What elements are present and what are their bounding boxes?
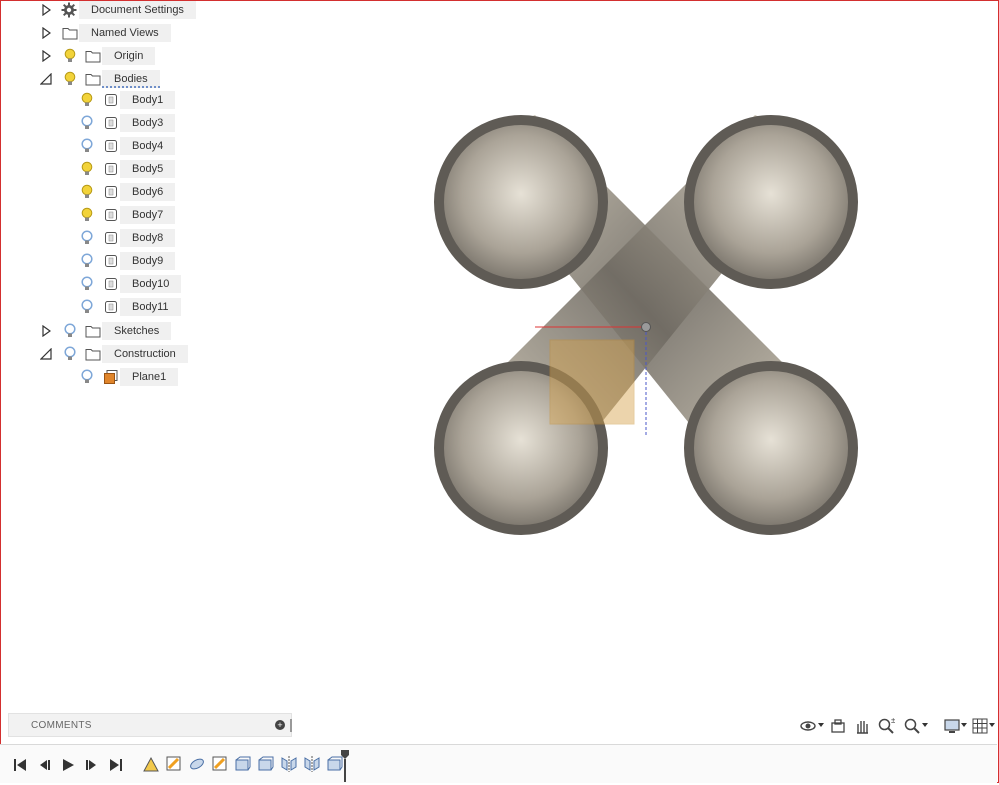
visibility-bulb-off-icon[interactable] bbox=[80, 138, 94, 154]
tube-end bbox=[434, 115, 608, 289]
viewport-model[interactable] bbox=[425, 105, 865, 545]
body-icon bbox=[104, 277, 118, 291]
folder-icon bbox=[85, 49, 101, 63]
expand-triangle-icon[interactable] bbox=[40, 3, 52, 17]
mirror-feature-icon[interactable] bbox=[280, 755, 298, 773]
panel-grip-icon[interactable] bbox=[290, 719, 292, 732]
expand-triangle-icon[interactable] bbox=[40, 324, 52, 338]
timeline bbox=[0, 744, 997, 783]
chevron-down-icon[interactable] bbox=[922, 723, 928, 727]
folder-icon bbox=[85, 347, 101, 361]
browser-item-body[interactable]: Body10 bbox=[120, 275, 182, 293]
comments-panel[interactable]: COMMENTS + bbox=[8, 713, 292, 737]
tube-end bbox=[684, 115, 858, 289]
visibility-bulb-off-icon[interactable] bbox=[80, 253, 94, 269]
browser-item-named-views[interactable]: Named Views bbox=[79, 24, 171, 42]
sketch-feature-icon[interactable] bbox=[211, 755, 229, 773]
browser-item-construction[interactable]: Construction bbox=[102, 345, 188, 363]
construction-plane-icon bbox=[103, 369, 119, 385]
play-icon[interactable] bbox=[60, 757, 76, 773]
look-at-icon[interactable] bbox=[827, 716, 849, 736]
extrude-feature-icon[interactable] bbox=[257, 755, 275, 773]
expand-triangle-icon[interactable] bbox=[40, 49, 52, 63]
origin-point[interactable] bbox=[641, 322, 651, 332]
browser-item-sketches[interactable]: Sketches bbox=[102, 322, 172, 340]
body-icon bbox=[104, 162, 118, 176]
body-icon bbox=[104, 208, 118, 222]
visibility-bulb-off-icon[interactable] bbox=[80, 115, 94, 131]
collapse-triangle-icon[interactable] bbox=[40, 72, 52, 86]
browser-item-body[interactable]: Body11 bbox=[120, 298, 181, 316]
chevron-down-icon[interactable] bbox=[818, 723, 824, 727]
display-settings-icon[interactable] bbox=[941, 716, 963, 736]
visibility-bulb-on-icon[interactable] bbox=[80, 207, 94, 223]
browser-item-body[interactable]: Body6 bbox=[120, 183, 176, 201]
browser-item-document-settings[interactable]: Document Settings bbox=[79, 1, 196, 19]
browser-item-bodies[interactable]: Bodies bbox=[102, 70, 160, 88]
pan-icon[interactable] bbox=[851, 716, 873, 736]
visibility-bulb-off-icon[interactable] bbox=[80, 299, 94, 315]
body-icon bbox=[104, 116, 118, 130]
expand-triangle-icon[interactable] bbox=[40, 26, 52, 40]
body-icon bbox=[104, 93, 118, 107]
body-icon bbox=[104, 300, 118, 314]
visibility-bulb-off-icon[interactable] bbox=[80, 369, 94, 385]
body-icon bbox=[104, 231, 118, 245]
browser-item-body[interactable]: Body7 bbox=[120, 206, 176, 224]
sketch-feature-icon[interactable] bbox=[142, 755, 160, 773]
comments-label: COMMENTS bbox=[31, 720, 92, 731]
folder-icon bbox=[62, 26, 78, 40]
browser-item-plane1[interactable]: Plane1 bbox=[120, 368, 179, 386]
add-comment-icon[interactable]: + bbox=[275, 720, 285, 730]
folder-icon bbox=[85, 72, 101, 86]
browser-item-body[interactable]: Body5 bbox=[120, 160, 176, 178]
browser-item-body[interactable]: Body4 bbox=[120, 137, 176, 155]
mirror-feature-icon[interactable] bbox=[303, 755, 321, 773]
step-back-icon[interactable] bbox=[36, 757, 52, 773]
zoom-icon[interactable]: ± bbox=[875, 716, 897, 736]
chevron-down-icon[interactable] bbox=[961, 723, 967, 727]
navigation-toolbar: ± bbox=[795, 714, 995, 738]
visibility-bulb-off-icon[interactable] bbox=[80, 276, 94, 292]
browser-item-body[interactable]: Body9 bbox=[120, 252, 176, 270]
step-forward-icon[interactable] bbox=[84, 757, 100, 773]
go-to-start-icon[interactable] bbox=[12, 757, 28, 773]
collapse-triangle-icon[interactable] bbox=[40, 347, 52, 361]
construction-plane[interactable] bbox=[549, 339, 635, 425]
body-icon bbox=[104, 254, 118, 268]
gear-icon bbox=[61, 2, 77, 18]
browser-item-body[interactable]: Body8 bbox=[120, 229, 176, 247]
visibility-bulb-on-icon[interactable] bbox=[80, 184, 94, 200]
extrude-feature-icon[interactable] bbox=[234, 755, 252, 773]
sketch-feature-icon[interactable] bbox=[165, 755, 183, 773]
browser-item-body[interactable]: Body1 bbox=[120, 91, 176, 109]
grid-settings-icon[interactable] bbox=[969, 716, 991, 736]
visibility-bulb-off-icon[interactable] bbox=[80, 230, 94, 246]
browser-item-origin[interactable]: Origin bbox=[102, 47, 156, 65]
folder-icon bbox=[85, 324, 101, 338]
body-icon bbox=[104, 185, 118, 199]
body-icon bbox=[104, 139, 118, 153]
browser-item-body[interactable]: Body3 bbox=[120, 114, 176, 132]
visibility-bulb-on-icon[interactable] bbox=[63, 71, 77, 87]
visibility-bulb-on-icon[interactable] bbox=[80, 161, 94, 177]
extrude-feature-icon[interactable] bbox=[188, 755, 206, 773]
visibility-bulb-off-icon[interactable] bbox=[63, 323, 77, 339]
orbit-icon[interactable] bbox=[797, 716, 819, 736]
fit-icon[interactable] bbox=[901, 716, 923, 736]
visibility-bulb-on-icon[interactable] bbox=[63, 48, 77, 64]
visibility-bulb-on-icon[interactable] bbox=[80, 92, 94, 108]
svg-text:±: ± bbox=[891, 717, 895, 725]
go-to-end-icon[interactable] bbox=[108, 757, 124, 773]
timeline-marker[interactable] bbox=[341, 750, 349, 782]
chevron-down-icon[interactable] bbox=[989, 723, 995, 727]
tube-end bbox=[684, 361, 858, 535]
visibility-bulb-off-icon[interactable] bbox=[63, 346, 77, 362]
